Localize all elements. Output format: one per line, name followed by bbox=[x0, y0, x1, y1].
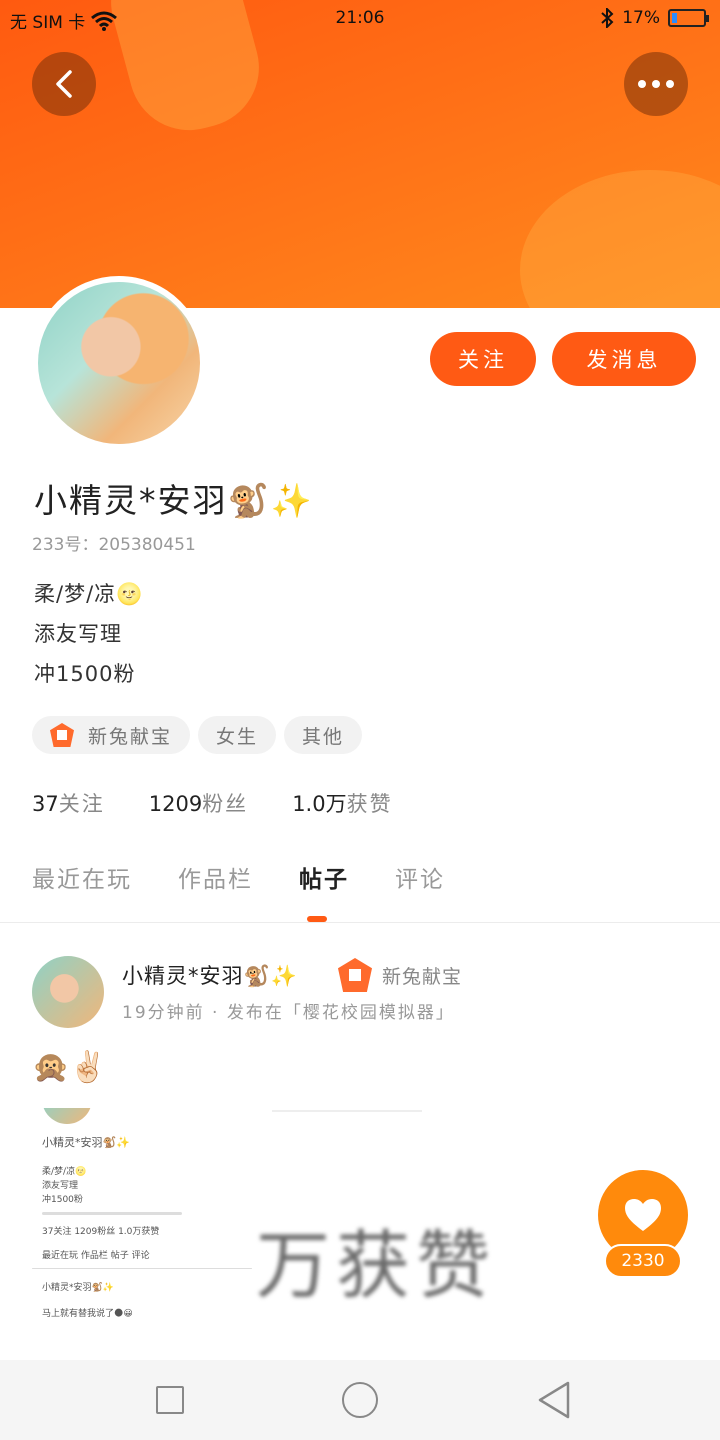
back-button[interactable] bbox=[32, 52, 96, 116]
back-triangle-icon[interactable] bbox=[536, 1380, 572, 1420]
stat-value: 1209 bbox=[148, 792, 203, 816]
heart-icon bbox=[625, 1199, 661, 1231]
profile-avatar[interactable] bbox=[32, 276, 206, 450]
badge-icon bbox=[338, 958, 372, 992]
avatar-image bbox=[38, 282, 200, 444]
badge-icon bbox=[50, 723, 74, 747]
profile-name: 小精灵*安羽🐒✨ bbox=[34, 481, 314, 520]
follow-button[interactable]: 关注 bbox=[430, 332, 536, 386]
more-button[interactable] bbox=[624, 52, 688, 116]
send-message-button[interactable]: 发消息 bbox=[552, 332, 696, 386]
mini-stats: 37关注 1209粉丝 1.0万获赞 bbox=[42, 1227, 160, 1237]
stat-label: 获赞 bbox=[346, 792, 393, 816]
profile-tabs: 最近在玩 作品栏 帖子 评论 bbox=[32, 860, 445, 894]
divider bbox=[0, 922, 720, 923]
status-right: 17% bbox=[600, 8, 709, 28]
stat-followers[interactable]: 1209粉丝 bbox=[149, 788, 248, 818]
tag-other[interactable]: 其他 bbox=[284, 716, 363, 754]
mini-name: 小精灵*安羽🐒✨ bbox=[42, 1136, 130, 1149]
badge-label: 新兔献宝 bbox=[382, 965, 463, 988]
mini-divider bbox=[32, 1268, 252, 1269]
image-line bbox=[272, 1110, 422, 1112]
mini-post-author: 小精灵*安羽🐒✨ bbox=[42, 1283, 114, 1293]
stat-value: 37 bbox=[32, 792, 59, 816]
post-author-badge: 新兔献宝 bbox=[338, 958, 462, 992]
profile-uid: 233号：205380451 bbox=[32, 535, 196, 555]
recents-button[interactable] bbox=[156, 1386, 184, 1414]
tag-badge[interactable]: 新兔献宝 bbox=[32, 716, 191, 754]
more-icon bbox=[638, 80, 674, 88]
profile-stats: 37关注 1209粉丝 1.0万获赞 bbox=[32, 788, 393, 818]
mini-bio: 冲1500粉 bbox=[42, 1195, 83, 1205]
profile-tags: 新兔献宝 女生 其他 bbox=[32, 716, 363, 754]
stat-label: 粉丝 bbox=[202, 792, 249, 816]
bluetooth-icon bbox=[601, 8, 614, 28]
bio-line: 添友写理 bbox=[34, 622, 122, 646]
stat-likes: 1.0万获赞 bbox=[292, 788, 392, 818]
tab-recent-play[interactable]: 最近在玩 bbox=[32, 860, 132, 894]
post-image[interactable]: 小精灵*安羽🐒✨ 柔/梦/凉🌝 添友写理 冲1500粉 37关注 1209粉丝 … bbox=[32, 1108, 252, 1330]
mini-tabs: 最近在玩 作品栏 帖子 评论 bbox=[42, 1251, 150, 1261]
mini-bio: 添友写理 bbox=[42, 1181, 79, 1191]
mini-post-text: 马上就有替我说了🌑😀 bbox=[42, 1309, 133, 1319]
mini-bio: 柔/梦/凉🌝 bbox=[42, 1167, 87, 1177]
post-meta[interactable]: 19分钟前 · 发布在「樱花校园模拟器」 bbox=[122, 998, 455, 1023]
home-button[interactable] bbox=[342, 1382, 378, 1418]
stat-value: 1.0万 bbox=[292, 792, 347, 816]
stat-following[interactable]: 37关注 bbox=[32, 788, 105, 818]
tab-comments[interactable]: 评论 bbox=[395, 860, 445, 894]
mini-tags bbox=[42, 1212, 182, 1215]
mini-avatar bbox=[42, 1108, 92, 1124]
bio-line: 柔/梦/凉🌝 bbox=[34, 582, 144, 606]
tag-label: 新兔献宝 bbox=[88, 725, 173, 748]
post-author-name[interactable]: 小精灵*安羽🐒✨ bbox=[122, 960, 298, 990]
stat-label: 关注 bbox=[58, 792, 105, 816]
like-count: 2330 bbox=[604, 1244, 682, 1278]
battery-fill bbox=[672, 13, 677, 23]
banner-decoration bbox=[520, 170, 720, 308]
tab-works[interactable]: 作品栏 bbox=[178, 860, 253, 894]
battery-percent: 17% bbox=[622, 8, 660, 28]
tab-posts[interactable]: 帖子 bbox=[299, 860, 349, 894]
bio-line: 冲1500粉 bbox=[34, 662, 136, 686]
post-image-blur-text: 万获赞 bbox=[256, 1223, 496, 1309]
chevron-left-icon bbox=[56, 70, 72, 98]
post-author-avatar[interactable] bbox=[32, 956, 104, 1028]
profile-banner bbox=[0, 0, 720, 308]
status-bar: 无 SIM 卡 21:06 17% bbox=[0, 0, 720, 36]
battery-icon bbox=[668, 9, 709, 27]
tag-gender[interactable]: 女生 bbox=[198, 716, 277, 754]
post-text: 🙊✌🏻 bbox=[32, 1050, 107, 1085]
